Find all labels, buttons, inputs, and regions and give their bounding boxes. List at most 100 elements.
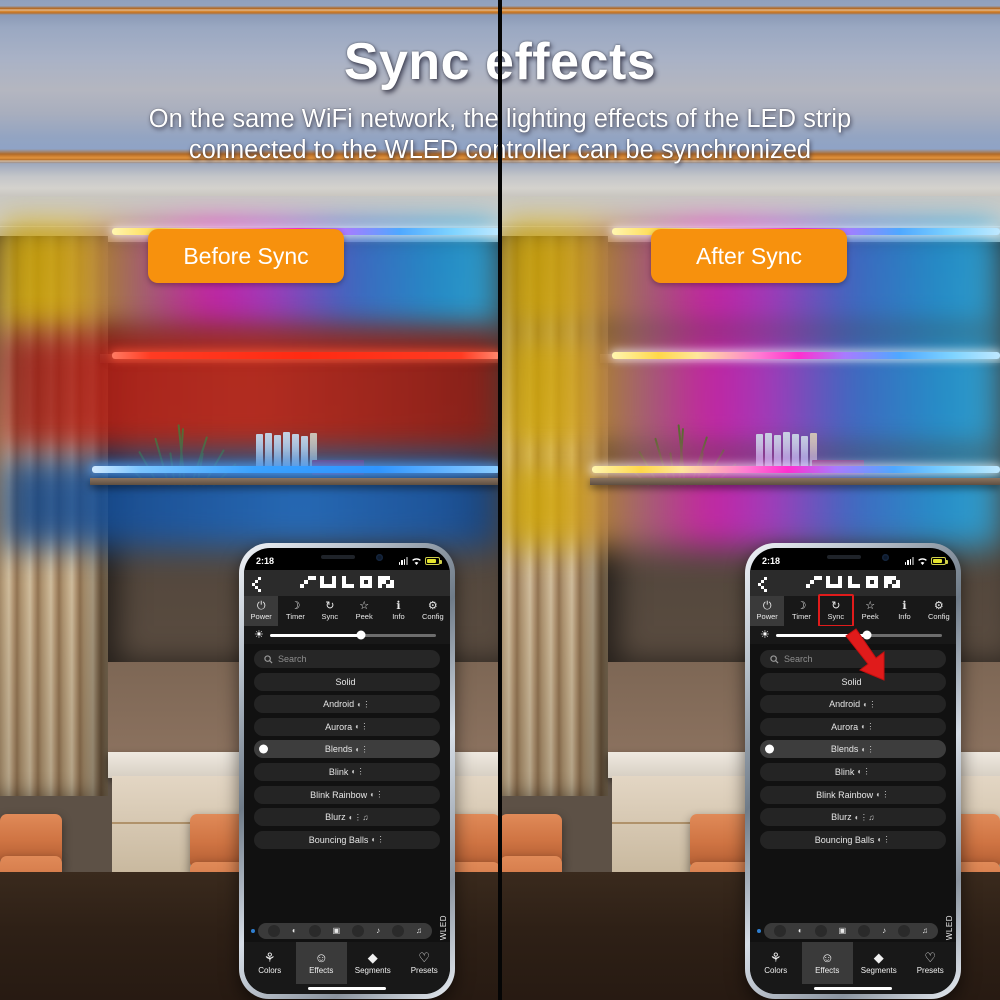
toolbar-item-power[interactable]: ⏻ Power	[244, 596, 279, 626]
effect-item-aurora[interactable]: Aurora ◐⋮	[254, 717, 440, 736]
filter-slot[interactable]	[308, 925, 321, 937]
back-chevron-icon[interactable]	[758, 576, 770, 592]
toolbar-item-sync[interactable]: ↻ Sync	[817, 594, 854, 627]
filter-slot[interactable]	[898, 925, 910, 937]
effect-item-blurz[interactable]: Blurz ◐⋮♫	[254, 808, 440, 827]
filter-slot[interactable]	[392, 925, 404, 937]
power-icon: ⏻	[762, 600, 772, 612]
effect-item-solid[interactable]: Solid	[254, 672, 440, 691]
decor-books	[756, 432, 817, 466]
effect-item-blink-rainbow[interactable]: Blink Rainbow ◐⋮	[760, 785, 946, 804]
notch	[293, 548, 401, 567]
effect-item-aurora[interactable]: Aurora ◐⋮	[760, 717, 946, 736]
battery-icon	[931, 557, 948, 565]
poster-stage: Sync effects On the same WiFi network, t…	[0, 0, 1000, 1000]
effect-name: Blink	[834, 766, 855, 777]
selected-indicator	[765, 744, 774, 754]
palette-filter-icon[interactable]: ◐	[798, 927, 803, 935]
music-filter-icon[interactable]: ♫	[922, 927, 928, 935]
led-strip-bottom	[92, 466, 500, 473]
app-bar	[244, 570, 450, 596]
square-filter-icon[interactable]: ▣	[333, 927, 341, 935]
effect-tags: ◐⋮	[863, 699, 877, 709]
effect-tags: ◐⋮	[357, 699, 371, 709]
effect-item-android[interactable]: Android ◐⋮	[254, 695, 440, 714]
filter-slot[interactable]	[267, 925, 280, 937]
toolbar-item-info[interactable]: ℹ Info	[381, 596, 415, 626]
effect-item-android[interactable]: Android ◐⋮	[760, 695, 946, 714]
home-indicator[interactable]	[814, 986, 892, 990]
front-camera-icon	[882, 554, 889, 561]
effect-item-blink[interactable]: Blink ◐⋮	[254, 762, 440, 781]
effect-item-blink-rainbow[interactable]: Blink Rainbow ◐⋮	[254, 785, 440, 804]
square-filter-icon[interactable]: ▣	[839, 927, 847, 935]
filter-slot[interactable]	[352, 925, 365, 937]
nav-item-presets[interactable]: ♡ Presets	[399, 942, 451, 984]
nav-item-presets[interactable]: ♡ Presets	[905, 942, 957, 984]
search-input[interactable]: Search	[254, 650, 440, 668]
power-icon: ⏻	[256, 600, 266, 612]
nav-item-segments[interactable]: ◆ Segments	[853, 942, 905, 984]
toolbar-item-peek[interactable]: ☆ Peek	[853, 596, 887, 626]
palette-icon: ⚘	[263, 950, 276, 965]
status-dot	[251, 929, 255, 933]
wled-logo	[770, 574, 956, 592]
toolbar-item-power[interactable]: ⏻ Power	[750, 596, 785, 626]
filter-slot[interactable]	[858, 925, 871, 937]
vertical-divider	[498, 0, 502, 1000]
filter-slot[interactable]	[773, 925, 786, 937]
toolbar-item-config[interactable]: ⚙ Config	[922, 596, 956, 626]
brightness-slider[interactable]	[269, 630, 436, 640]
effect-item-blends[interactable]: Blends ◐⋮	[254, 740, 440, 759]
effect-name: Blink	[328, 766, 349, 777]
note-filter-icon[interactable]: ♪	[882, 927, 886, 935]
bench-left	[500, 814, 562, 862]
toolbar-item-sync[interactable]: ↻ Sync	[313, 596, 347, 626]
effect-item-blink[interactable]: Blink ◐⋮	[760, 762, 946, 781]
home-indicator[interactable]	[308, 986, 386, 990]
sync-icon: ↻	[325, 600, 335, 612]
filter-pill[interactable]: ◐ ▣ ♪ ♫	[764, 923, 938, 939]
toolbar-item-info[interactable]: ℹ Info	[887, 596, 921, 626]
wled-side-label: WLED	[439, 914, 448, 940]
nav-item-segments[interactable]: ◆ Segments	[347, 942, 399, 984]
filter-slot[interactable]	[814, 925, 827, 937]
effect-item-blends[interactable]: Blends ◐⋮	[760, 740, 946, 759]
star-icon: ☆	[359, 600, 370, 612]
effects-list[interactable]: Search Solid Android ◐⋮ Aurora ◐⋮ Blends	[244, 644, 450, 942]
music-filter-icon[interactable]: ♫	[416, 927, 422, 935]
effect-item-bouncing-balls[interactable]: Bouncing Balls ◐⋮	[254, 830, 440, 849]
effect-item-bouncing-balls[interactable]: Bouncing Balls ◐⋮	[760, 830, 946, 849]
led-strip-middle	[612, 352, 1000, 359]
front-camera-icon	[376, 554, 383, 561]
effect-filter-bar[interactable]: ◐ ▣ ♪ ♫	[244, 920, 450, 942]
back-chevron-icon[interactable]	[252, 576, 264, 592]
toolbar-item-peek[interactable]: ☆ Peek	[347, 596, 381, 626]
phone-screen: 2:18 ⏻ Power ☽ Timer ↻ Sync ☆ Peek ℹ Inf…	[244, 548, 450, 994]
effect-tags: ◐⋮	[355, 744, 370, 754]
speaker-icon	[321, 555, 355, 559]
note-filter-icon[interactable]: ♪	[376, 927, 380, 935]
nav-item-colors[interactable]: ⚘ Colors	[244, 942, 296, 984]
effect-tags: ◐⋮	[370, 790, 384, 800]
nav-item-effects[interactable]: ☺ Effects	[801, 942, 853, 984]
toolbar-item-timer[interactable]: ☽ Timer	[278, 596, 312, 626]
selected-indicator	[259, 744, 268, 754]
red-pointer-arrow	[840, 626, 904, 684]
effect-name: Android	[829, 699, 861, 710]
status-time: 2:18	[256, 556, 275, 566]
search-icon	[770, 654, 779, 664]
effect-filter-bar[interactable]: ◐ ▣ ♪ ♫	[750, 920, 956, 942]
nav-item-colors[interactable]: ⚘ Colors	[750, 942, 802, 984]
effects-list[interactable]: Search Solid Android ◐⋮ Aurora ◐⋮ Blends	[750, 644, 956, 942]
brightness-slider-knob[interactable]	[356, 630, 366, 640]
brightness-gear-icon: ☀	[254, 628, 264, 641]
nav-item-effects[interactable]: ☺ Effects	[295, 942, 347, 984]
effect-item-blurz[interactable]: Blurz ◐⋮♫	[760, 808, 946, 827]
search-placeholder: Search	[278, 654, 307, 664]
toolbar-item-timer[interactable]: ☽ Timer	[784, 596, 818, 626]
filter-pill[interactable]: ◐ ▣ ♪ ♫	[258, 923, 432, 939]
toolbar-item-config[interactable]: ⚙ Config	[416, 596, 450, 626]
nav-label-segments: Segments	[860, 966, 897, 975]
palette-filter-icon[interactable]: ◐	[292, 927, 297, 935]
